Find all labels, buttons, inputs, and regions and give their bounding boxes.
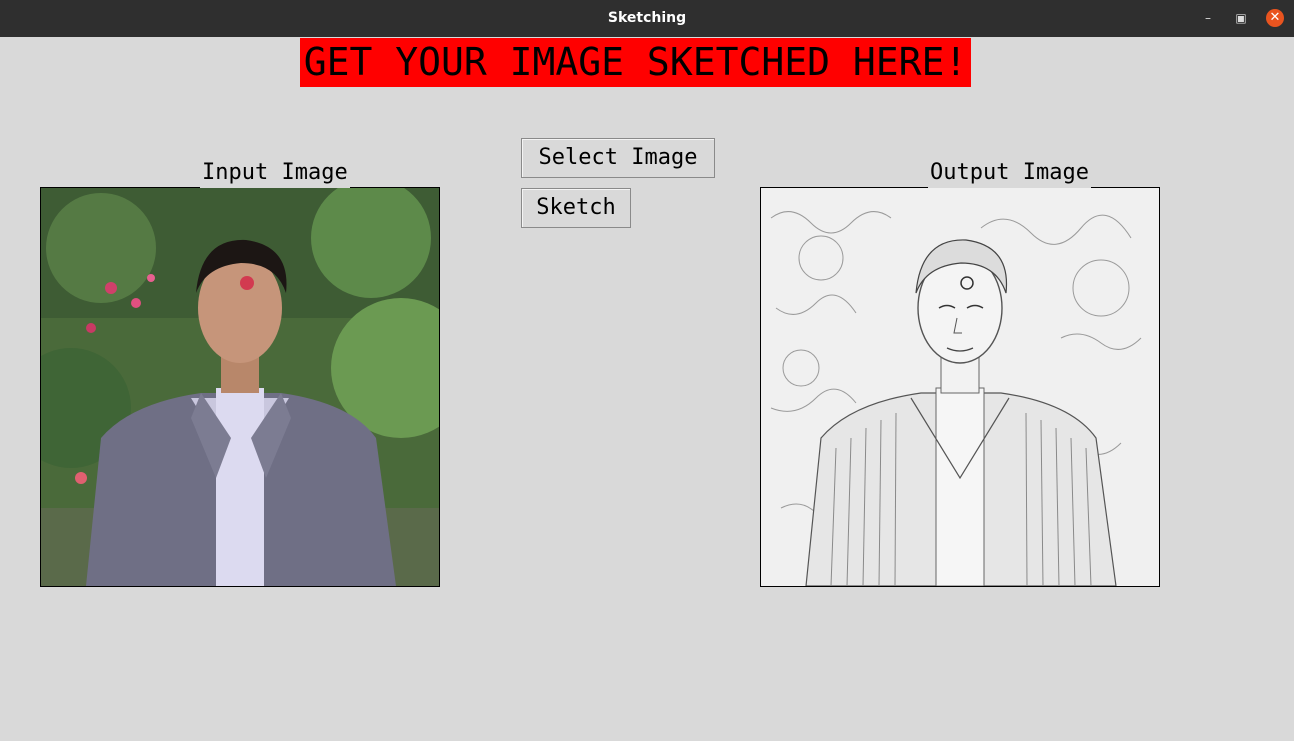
minimize-icon[interactable]: – (1199, 9, 1217, 27)
input-image-label: Input Image (200, 158, 350, 188)
input-image (40, 187, 440, 587)
window-title: Sketching (607, 10, 687, 26)
close-icon[interactable]: ✕ (1266, 9, 1284, 27)
page-banner: GET YOUR IMAGE SKETCHED HERE! (300, 38, 971, 87)
restore-icon[interactable]: ▣ (1232, 9, 1250, 27)
output-image-label: Output Image (928, 158, 1091, 188)
window-titlebar: Sketching – ▣ ✕ (0, 0, 1294, 37)
select-image-button[interactable]: Select Image (521, 138, 715, 178)
sketch-button[interactable]: Sketch (521, 188, 631, 228)
output-image (760, 187, 1160, 587)
